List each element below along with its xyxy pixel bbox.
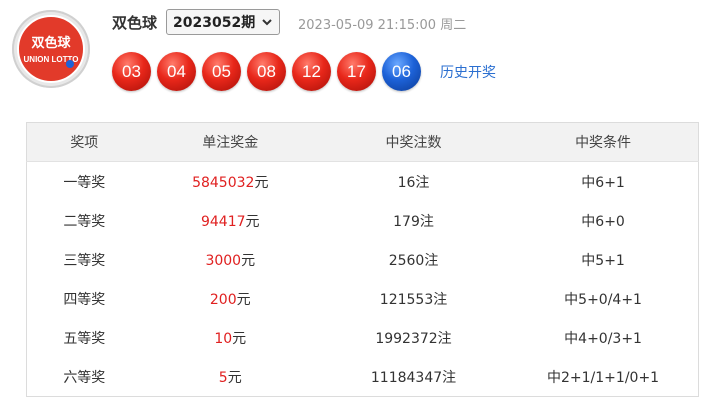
history-draws-link[interactable]: 历史开奖 [440, 62, 496, 82]
win-condition: 中2+1/1+1/0+1 [547, 369, 660, 386]
chevron-down-icon [262, 19, 272, 26]
red-ball: 03 [112, 52, 151, 91]
blue-ball: 06 [382, 52, 421, 91]
prize-amount-cell: 3000元 [142, 240, 319, 279]
issue-select-value: 2023052期 [173, 15, 256, 31]
table-header-row: 奖项 单注奖金 中奖注数 中奖条件 [26, 122, 699, 162]
table-row: 一等奖 5845032元 16注 中6+1 [27, 162, 699, 202]
prize-amount: 3000 [205, 252, 242, 269]
win-condition: 中4+0/3+1 [564, 330, 642, 347]
draw-time: 2023-05-09 21:15:00 周二 [298, 18, 467, 33]
prize-level: 三等奖 [63, 252, 106, 269]
prize-level: 六等奖 [63, 369, 106, 386]
red-ball: 05 [202, 52, 241, 91]
game-name: 双色球 [112, 14, 158, 32]
amount-unit: 元 [227, 369, 242, 386]
column-header-count: 中奖注数 [318, 122, 509, 162]
column-header-amount: 单注奖金 [141, 122, 319, 162]
prize-level: 五等奖 [63, 330, 106, 347]
prize-amount: 94417 [200, 213, 246, 230]
prize-amount: 5 [218, 369, 228, 386]
winner-count: 121553注 [379, 291, 448, 308]
amount-unit: 元 [236, 291, 251, 308]
winner-count: 2560注 [388, 252, 439, 269]
prize-level: 二等奖 [63, 213, 106, 230]
logo-text: 双色球 [31, 35, 71, 51]
column-header-level: 奖项 [26, 122, 142, 162]
prize-amount-cell: 10元 [142, 318, 319, 357]
prize-amount-cell: 5845032元 [142, 162, 319, 202]
union-lotto-logo: 双色球 UNION LOTTO [12, 10, 90, 88]
amount-unit: 元 [232, 330, 247, 347]
winner-count: 16注 [397, 174, 430, 191]
amount-unit: 元 [245, 213, 260, 230]
prize-amount: 10 [214, 330, 233, 347]
prize-amount-cell: 94417元 [142, 201, 319, 240]
table-row: 五等奖 10元 1992372注 中4+0/3+1 [27, 318, 699, 357]
prize-amount: 200 [209, 291, 237, 308]
amount-unit: 元 [254, 174, 269, 191]
winner-count: 1992372注 [375, 330, 452, 347]
prize-level: 四等奖 [63, 291, 106, 308]
logo-graphic: 双色球 UNION LOTTO [17, 15, 85, 83]
table-row: 二等奖 94417元 179注 中6+0 [27, 201, 699, 240]
red-ball: 08 [247, 52, 286, 91]
win-condition: 中6+1 [581, 174, 625, 191]
prize-table: 奖项 单注奖金 中奖注数 中奖条件 一等奖 5845032元 16注 中6+1 … [26, 122, 699, 397]
prize-amount-cell: 5元 [142, 357, 319, 397]
red-ball: 04 [157, 52, 196, 91]
red-ball: 17 [337, 52, 376, 91]
winner-count: 11184347注 [370, 369, 457, 386]
red-ball: 12 [292, 52, 331, 91]
prize-level: 一等奖 [63, 174, 106, 191]
prize-amount: 5845032 [192, 174, 255, 191]
prize-amount-cell: 200元 [142, 279, 319, 318]
amount-unit: 元 [241, 252, 256, 269]
win-condition: 中6+0 [581, 213, 625, 230]
issue-select[interactable]: 2023052期 [166, 9, 280, 35]
table-row: 四等奖 200元 121553注 中5+0/4+1 [27, 279, 699, 318]
column-header-condition: 中奖条件 [508, 122, 699, 162]
win-condition: 中5+0/4+1 [564, 291, 642, 308]
table-row: 三等奖 3000元 2560注 中5+1 [27, 240, 699, 279]
table-row: 六等奖 5元 11184347注 中2+1/1+1/0+1 [27, 357, 699, 397]
win-condition: 中5+1 [581, 252, 625, 269]
winner-count: 179注 [393, 213, 434, 230]
winning-numbers: 03 04 05 08 12 17 06 [112, 52, 427, 91]
